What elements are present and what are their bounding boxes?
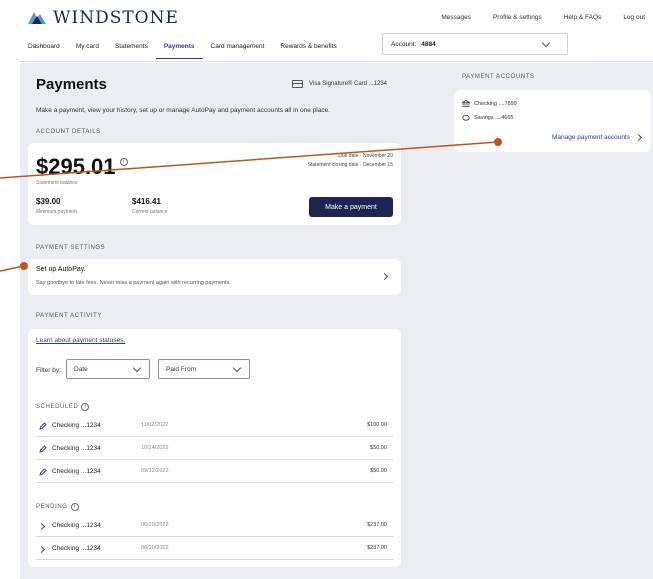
nav-rewards-benefits[interactable]: Rewards & benefits: [272, 36, 344, 59]
minimum-payment-value: $39.00: [36, 197, 61, 206]
nav-payments[interactable]: Payments: [155, 36, 203, 59]
info-icon[interactable]: i: [70, 503, 79, 511]
pending-account: Checking ...1234: [52, 545, 101, 552]
messages-link[interactable]: Messages: [441, 14, 471, 21]
brand-name: WINDSTONE: [53, 8, 179, 28]
account-selector[interactable]: Account: 4884: [382, 33, 568, 55]
card-reference: Visa Signature® Card ...1234: [292, 80, 387, 88]
payment-accounts-panel: Checking ....7899 Savings ....4665 Manag…: [454, 90, 651, 152]
pencil-icon[interactable]: [39, 422, 47, 430]
brand-logo[interactable]: WINDSTONE: [26, 8, 179, 28]
scheduled-date: 11/02/2022: [141, 422, 169, 428]
utility-links: Messages Profile & settings Help & FAQs …: [441, 14, 645, 21]
make-payment-button[interactable]: Make a payment: [309, 197, 393, 217]
pending-amount: $237.00: [367, 522, 387, 528]
chevron-down-icon: [541, 38, 551, 48]
pencil-icon[interactable]: [39, 468, 47, 476]
pending-row[interactable]: Checking ...1234 06/20/2022 $237.00: [36, 538, 393, 560]
account-selector-number: 4884: [421, 40, 436, 48]
payment-account-item[interactable]: Checking ....7899: [462, 100, 517, 107]
scheduled-row[interactable]: Checking ...1234 10/24/2022 $50.00: [36, 438, 393, 460]
scheduled-row[interactable]: Checking ...1234 11/02/2022 $100.00: [36, 415, 393, 437]
info-icon[interactable]: i: [119, 158, 128, 166]
help-faqs-link[interactable]: Help & FAQs: [564, 14, 602, 21]
chevron-right-icon: [380, 272, 389, 281]
chevron-right-icon[interactable]: [37, 545, 46, 554]
paid-from-filter-value: Paid From: [166, 365, 196, 373]
nav-my-card[interactable]: My card: [68, 36, 107, 59]
chevron-right-icon[interactable]: [37, 522, 46, 531]
bank-icon: [462, 100, 470, 107]
chevron-down-icon: [232, 363, 242, 373]
current-balance-label: Current balance: [132, 209, 168, 215]
current-balance-value: $416.41: [132, 197, 161, 206]
page-subtitle: Make a payment, view your history, set u…: [36, 107, 330, 114]
piggy-bank-icon: [462, 114, 470, 121]
card-reference-text: Visa Signature® Card ...1234: [309, 81, 388, 87]
scheduled-row[interactable]: Checking ...1234 09/12/2022 $50.00: [36, 461, 393, 483]
scheduled-amount: $100.00: [367, 422, 387, 428]
statement-balance-label: Statement balance: [36, 180, 78, 186]
scheduled-account: Checking ...1234: [52, 445, 101, 452]
pending-row[interactable]: Checking ...1234 06/20/2022 $237.00: [36, 515, 393, 537]
paid-from-filter-select[interactable]: Paid From: [158, 359, 250, 379]
card-icon: [292, 80, 303, 88]
account-details-panel: $295.01 i Statement balance Due date · N…: [28, 143, 401, 225]
pencil-icon[interactable]: [39, 445, 47, 453]
payment-settings-heading: PAYMENT SETTINGS: [36, 245, 106, 251]
filter-label: Filter by:: [36, 367, 61, 374]
chevron-down-icon: [132, 363, 142, 373]
scheduled-amount: $50.00: [370, 468, 387, 474]
due-date-info: Due date · November 20 Statement closing…: [308, 152, 393, 170]
account-selector-label: Account:: [391, 40, 417, 48]
statement-balance-value: $295.01: [36, 154, 116, 179]
page-content: Payments Visa Signature® Card ...1234 Ma…: [20, 63, 653, 579]
account-details-heading: ACCOUNT DETAILS: [36, 129, 101, 135]
windstone-logo-icon: [28, 12, 46, 24]
nav-dashboard[interactable]: Dashboard: [20, 36, 68, 59]
pending-date: 06/20/2022: [141, 522, 169, 528]
savings-account-label: Savings ....4665: [474, 114, 514, 121]
date-filter-value: Date: [74, 365, 88, 373]
scheduled-account: Checking ...1234: [52, 422, 101, 429]
due-date: Due date · November 20: [338, 153, 393, 159]
manage-payment-accounts-link[interactable]: Manage payment accounts: [551, 133, 643, 142]
top-header: WINDSTONE Messages Profile & settings He…: [20, 0, 653, 62]
autopay-title: Set up AutoPay.: [36, 266, 86, 273]
payment-account-item[interactable]: Savings ....4665: [462, 114, 513, 121]
pending-label: PENDING: [36, 504, 68, 510]
date-filter-select[interactable]: Date: [66, 359, 150, 379]
scheduled-date: 10/24/2022: [141, 445, 169, 451]
checking-account-label: Checking ....7899: [474, 100, 517, 107]
pending-heading: PENDING i: [36, 503, 79, 511]
autopay-subtitle: Say goodbye to late fees. Never miss a p…: [36, 280, 231, 286]
page-title: Payments: [36, 76, 107, 93]
pending-account: Checking ...1234: [52, 522, 101, 529]
scheduled-heading: SCHEDULED i: [36, 403, 90, 411]
scheduled-account: Checking ...1234: [52, 468, 101, 475]
payment-activity-panel: Learn about payment statuses. Filter by:…: [28, 329, 401, 567]
learn-payment-statuses-link[interactable]: Learn about payment statuses.: [36, 337, 125, 344]
scheduled-label: SCHEDULED: [36, 404, 79, 410]
nav-statements[interactable]: Statements: [107, 36, 156, 59]
pending-amount: $237.00: [367, 545, 387, 551]
app-viewport: WINDSTONE Messages Profile & settings He…: [20, 0, 653, 579]
statement-balance: $295.01 i: [36, 154, 128, 180]
manage-payment-accounts-label: Manage payment accounts: [551, 134, 630, 141]
minimum-payment-label: Minimum payment: [36, 209, 77, 215]
scheduled-date: 09/12/2022: [141, 468, 169, 474]
logout-link[interactable]: Log out: [623, 14, 645, 21]
statement-closing-date: Statement closing date · December 15: [307, 162, 393, 168]
app-window: WINDSTONE Messages Profile & settings He…: [0, 0, 653, 579]
nav-card-management[interactable]: Card management: [203, 36, 273, 59]
chevron-right-icon: [634, 133, 643, 142]
scheduled-amount: $50.00: [370, 445, 387, 451]
payment-activity-heading: PAYMENT ACTIVITY: [36, 313, 102, 319]
autopay-panel[interactable]: Set up AutoPay. Say goodbye to late fees…: [28, 259, 401, 295]
payment-accounts-heading: PAYMENT ACCOUNTS: [462, 74, 535, 80]
info-icon[interactable]: i: [81, 403, 90, 411]
main-nav: Dashboard My card Statements Payments Ca…: [20, 36, 345, 59]
profile-settings-link[interactable]: Profile & settings: [493, 14, 542, 21]
pending-date: 06/20/2022: [141, 545, 169, 551]
